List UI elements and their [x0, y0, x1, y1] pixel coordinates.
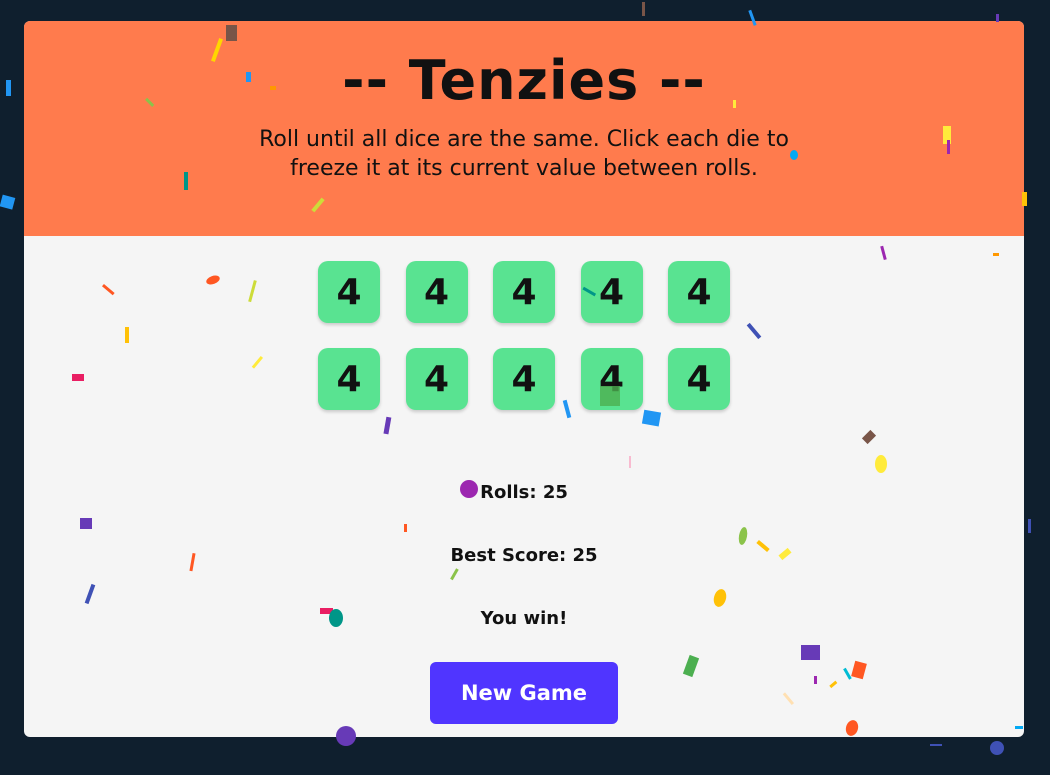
die-8[interactable]: 4: [493, 348, 555, 410]
die-2[interactable]: 4: [405, 261, 468, 323]
die-9[interactable]: 4: [580, 348, 643, 410]
game-card: -- Tenzies -- Roll until all dice are th…: [24, 21, 1024, 737]
best-score: Best Score: 25: [450, 545, 598, 566]
die-5[interactable]: 4: [668, 261, 730, 323]
die-1[interactable]: 4: [318, 261, 380, 323]
win-status: You win!: [480, 608, 568, 629]
rolls-count: Rolls: 25: [480, 482, 568, 503]
instructions-text: Roll until all dice are the same. Click …: [259, 127, 789, 181]
die-3[interactable]: 4: [493, 261, 555, 323]
die-6[interactable]: 4: [318, 348, 380, 410]
die-10[interactable]: 4: [668, 348, 730, 410]
game-title: -- Tenzies --: [342, 49, 706, 112]
header: -- Tenzies -- Roll until all dice are th…: [24, 21, 1024, 236]
dice-grid: 4 4 4 4 4 4 4 4 4 4: [318, 261, 730, 410]
die-4[interactable]: 4: [580, 261, 643, 323]
new-game-button[interactable]: New Game: [430, 662, 618, 724]
die-7[interactable]: 4: [405, 348, 468, 410]
